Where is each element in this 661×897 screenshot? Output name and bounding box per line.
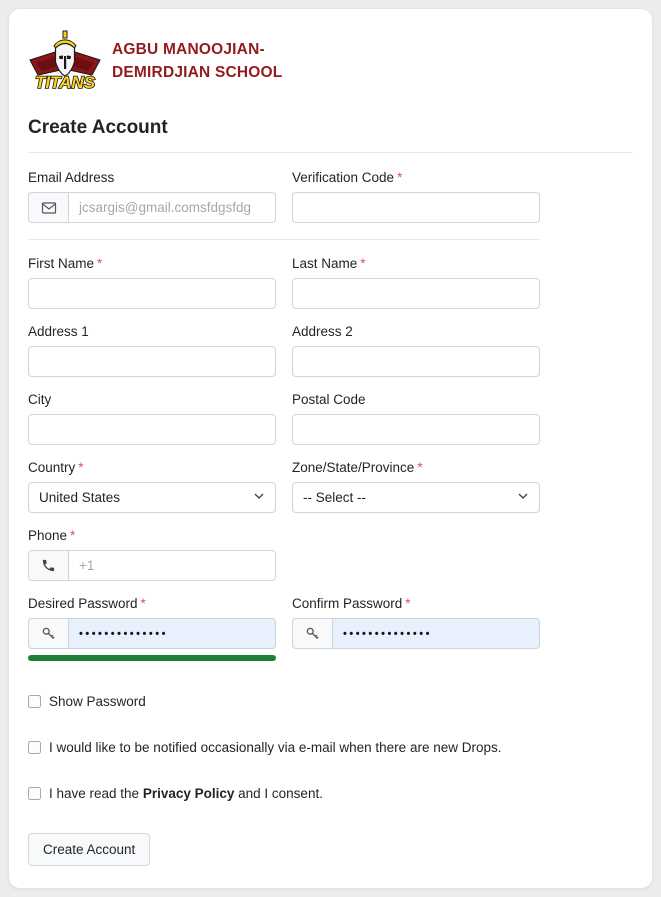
last-name-input[interactable] (292, 278, 540, 309)
confirm-password-field-block: Confirm Password* (292, 596, 540, 649)
city-field-block: City (28, 392, 276, 445)
show-password-label: Show Password (49, 694, 146, 709)
verification-code-field-block: Verification Code* (292, 170, 540, 223)
required-asterisk: * (417, 460, 422, 475)
school-name: AGBU MANOOJIAN- DEMIRDJIAN SCHOOL (112, 38, 282, 85)
postal-code-field-block: Postal Code (292, 392, 540, 445)
country-select[interactable]: United States (28, 482, 276, 513)
desired-password-label: Desired Password* (28, 596, 276, 611)
phone-icon (28, 550, 69, 581)
first-name-field-block: First Name* (28, 256, 276, 309)
required-asterisk: * (397, 170, 402, 185)
phone-field-block: Phone* (28, 528, 276, 581)
school-name-line1: AGBU MANOOJIAN- (112, 38, 282, 61)
page-title: Create Account (28, 117, 633, 139)
address1-input[interactable] (28, 346, 276, 377)
required-asterisk: * (78, 460, 83, 475)
confirm-password-input[interactable] (332, 618, 540, 649)
chevron-down-icon (517, 490, 529, 505)
zone-selected-value: -- Select -- (303, 490, 366, 505)
city-input[interactable] (28, 414, 276, 445)
zone-select[interactable]: -- Select -- (292, 482, 540, 513)
country-field-block: Country* United States (28, 460, 276, 513)
desired-password-input[interactable] (68, 618, 276, 649)
postal-code-label: Postal Code (292, 392, 540, 407)
verification-code-label: Verification Code* (292, 170, 540, 185)
phone-input[interactable] (68, 550, 276, 581)
zone-field-block: Zone/State/Province* -- Select -- (292, 460, 540, 513)
required-asterisk: * (360, 256, 365, 271)
show-password-row: Show Password (28, 694, 633, 709)
notify-checkbox[interactable] (28, 741, 41, 754)
address2-input[interactable] (292, 346, 540, 377)
title-divider (28, 152, 633, 153)
envelope-icon (28, 192, 69, 223)
key-icon (292, 618, 333, 649)
address2-field-block: Address 2 (292, 324, 540, 377)
titans-logo: TITANS (28, 29, 102, 93)
school-name-line2: DEMIRDJIAN SCHOOL (112, 61, 282, 84)
address1-label: Address 1 (28, 324, 276, 339)
create-account-card: TITANS AGBU MANOOJIAN- DEMIRDJIAN SCHOOL… (8, 8, 653, 889)
desired-password-field-block: Desired Password* (28, 596, 276, 661)
brand-header: TITANS AGBU MANOOJIAN- DEMIRDJIAN SCHOOL (28, 29, 633, 93)
country-label: Country* (28, 460, 276, 475)
phone-label: Phone* (28, 528, 276, 543)
required-asterisk: * (97, 256, 102, 271)
zone-label: Zone/State/Province* (292, 460, 540, 475)
section-divider (28, 239, 540, 240)
postal-code-input[interactable] (292, 414, 540, 445)
required-asterisk: * (405, 596, 410, 611)
privacy-consent-label: I have read the Privacy Policy and I con… (49, 786, 323, 801)
svg-text:TITANS: TITANS (35, 73, 96, 92)
country-selected-value: United States (39, 490, 120, 505)
verification-code-input[interactable] (292, 192, 540, 223)
email-field-block: Email Address (28, 170, 276, 223)
first-name-input[interactable] (28, 278, 276, 309)
required-asterisk: * (141, 596, 146, 611)
notify-label: I would like to be notified occasionally… (49, 740, 501, 755)
email-input[interactable] (68, 192, 276, 223)
create-account-form: Email Address Verification Code* First N… (28, 170, 540, 676)
privacy-consent-checkbox[interactable] (28, 787, 41, 800)
email-label: Email Address (28, 170, 276, 185)
required-asterisk: * (70, 528, 75, 543)
address1-field-block: Address 1 (28, 324, 276, 377)
chevron-down-icon (253, 490, 265, 505)
key-icon (28, 618, 69, 649)
show-password-checkbox[interactable] (28, 695, 41, 708)
create-account-button[interactable]: Create Account (28, 833, 150, 866)
password-strength-bar (28, 655, 276, 661)
city-label: City (28, 392, 276, 407)
first-name-label: First Name* (28, 256, 276, 271)
privacy-consent-row: I have read the Privacy Policy and I con… (28, 786, 633, 801)
last-name-label: Last Name* (292, 256, 540, 271)
checkbox-section: Show Password I would like to be notifie… (28, 694, 633, 801)
confirm-password-label: Confirm Password* (292, 596, 540, 611)
notify-row: I would like to be notified occasionally… (28, 740, 633, 755)
address2-label: Address 2 (292, 324, 540, 339)
last-name-field-block: Last Name* (292, 256, 540, 309)
privacy-policy-link[interactable]: Privacy Policy (143, 786, 235, 801)
